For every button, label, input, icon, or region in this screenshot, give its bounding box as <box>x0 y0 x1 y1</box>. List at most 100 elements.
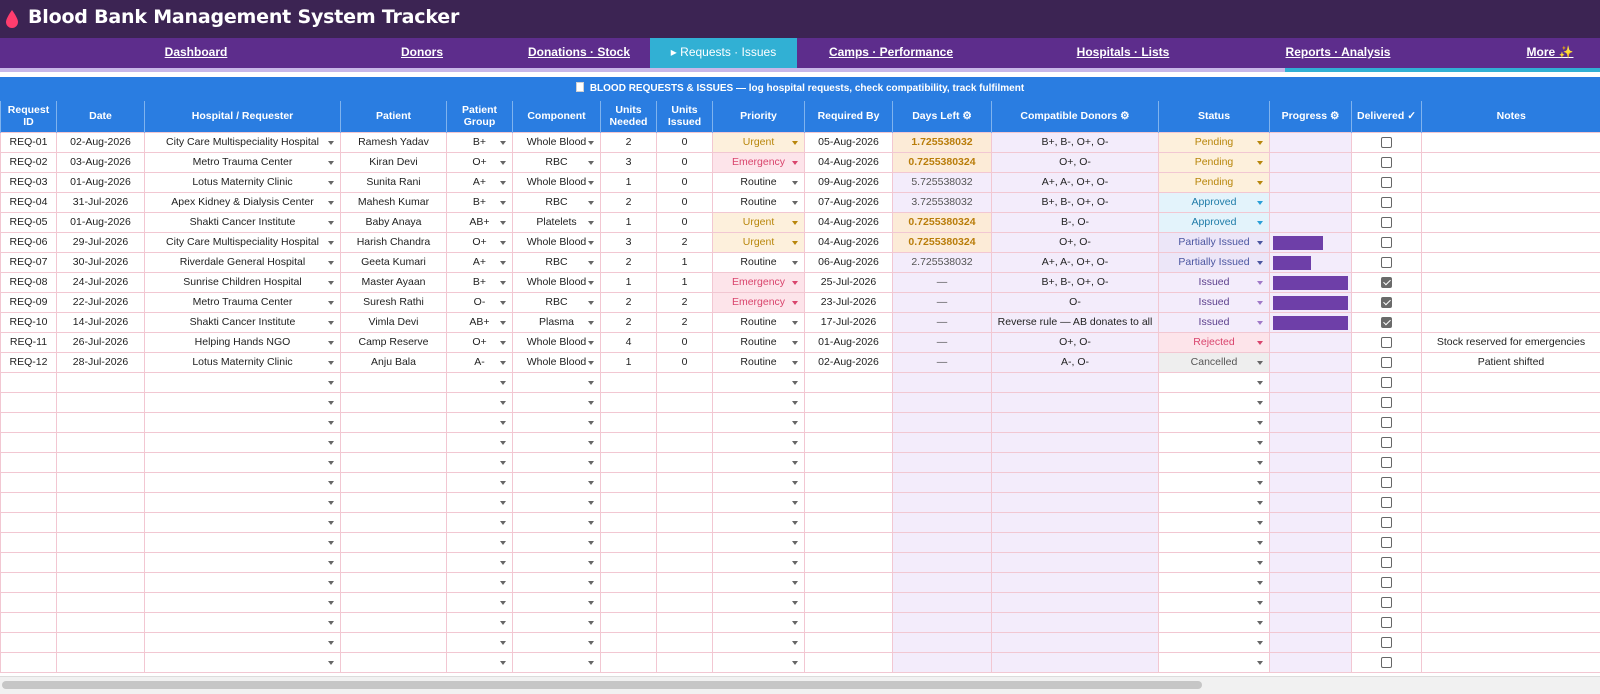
patient-group-cell[interactable]: O- <box>446 291 513 313</box>
dropdown-arrow-icon[interactable] <box>1257 500 1263 505</box>
empty-cell[interactable] <box>1158 571 1270 593</box>
empty-cell[interactable] <box>1351 551 1422 573</box>
empty-cell[interactable] <box>656 451 713 473</box>
required-by-cell[interactable]: 17-Jul-2026 <box>804 311 893 333</box>
empty-cell[interactable] <box>712 491 805 513</box>
delivered-checkbox[interactable] <box>1381 536 1392 548</box>
dropdown-arrow-icon[interactable] <box>500 540 506 545</box>
empty-cell[interactable] <box>56 371 145 393</box>
dropdown-arrow-icon[interactable] <box>1257 420 1263 425</box>
empty-cell[interactable] <box>712 591 805 613</box>
patient-cell[interactable]: Suresh Rathi <box>340 291 447 313</box>
dropdown-arrow-icon[interactable] <box>792 640 798 645</box>
empty-cell[interactable] <box>1158 631 1270 653</box>
dropdown-arrow-icon[interactable] <box>328 600 334 605</box>
empty-cell[interactable] <box>892 551 992 573</box>
empty-cell[interactable] <box>0 591 57 613</box>
request-id-cell[interactable]: REQ-11 <box>0 331 57 353</box>
request-id-cell[interactable]: REQ-01 <box>0 131 57 153</box>
dropdown-arrow-icon[interactable] <box>500 180 506 185</box>
empty-cell[interactable] <box>804 551 893 573</box>
empty-cell[interactable] <box>804 431 893 453</box>
empty-cell[interactable] <box>1421 431 1600 453</box>
patient-cell[interactable]: Geeta Kumari <box>340 251 447 273</box>
priority-cell[interactable]: Routine <box>712 331 805 353</box>
nav-tab-2[interactable]: Donations · Stock <box>512 38 646 68</box>
empty-cell[interactable] <box>1158 411 1270 433</box>
delivered-checkbox[interactable] <box>1381 196 1392 208</box>
empty-cell[interactable] <box>600 391 657 413</box>
dropdown-arrow-icon[interactable] <box>1257 180 1263 185</box>
empty-cell[interactable] <box>340 571 447 593</box>
dropdown-arrow-icon[interactable] <box>792 460 798 465</box>
required-by-cell[interactable]: 09-Aug-2026 <box>804 171 893 193</box>
dropdown-arrow-icon[interactable] <box>328 640 334 645</box>
column-header[interactable]: Patient <box>340 101 447 132</box>
required-by-cell[interactable]: 05-Aug-2026 <box>804 131 893 153</box>
status-cell[interactable]: Rejected <box>1158 331 1270 353</box>
patient-cell[interactable]: Mahesh Kumar <box>340 191 447 213</box>
priority-cell[interactable]: Urgent <box>712 231 805 253</box>
dropdown-arrow-icon[interactable] <box>500 160 506 165</box>
delivered-checkbox[interactable] <box>1381 456 1392 468</box>
empty-cell[interactable] <box>0 531 57 553</box>
empty-cell[interactable] <box>600 551 657 573</box>
empty-cell[interactable] <box>144 571 341 593</box>
empty-cell[interactable] <box>1351 571 1422 593</box>
units-needed-cell[interactable]: 2 <box>600 191 657 213</box>
empty-cell[interactable] <box>1269 491 1352 513</box>
empty-cell[interactable] <box>0 451 57 473</box>
empty-cell[interactable] <box>1421 491 1600 513</box>
component-cell[interactable]: RBC <box>512 191 601 213</box>
empty-cell[interactable] <box>1351 611 1422 633</box>
empty-cell[interactable] <box>656 391 713 413</box>
empty-cell[interactable] <box>144 651 341 673</box>
required-by-cell[interactable]: 04-Aug-2026 <box>804 231 893 253</box>
column-header[interactable]: Progress ⚙ <box>1269 101 1352 132</box>
delivered-checkbox[interactable] <box>1381 496 1392 508</box>
empty-cell[interactable] <box>712 651 805 673</box>
status-cell[interactable]: Approved <box>1158 191 1270 213</box>
empty-cell[interactable] <box>1158 451 1270 473</box>
empty-cell[interactable] <box>340 451 447 473</box>
request-id-cell[interactable]: REQ-08 <box>0 271 57 293</box>
empty-cell[interactable] <box>600 611 657 633</box>
dropdown-arrow-icon[interactable] <box>1257 280 1263 285</box>
patient-group-cell[interactable]: O+ <box>446 231 513 253</box>
dropdown-arrow-icon[interactable] <box>1257 240 1263 245</box>
empty-cell[interactable] <box>1421 471 1600 493</box>
delivered-checkbox[interactable] <box>1381 376 1392 388</box>
notes-cell[interactable] <box>1421 271 1600 293</box>
empty-cell[interactable] <box>0 651 57 673</box>
date-cell[interactable]: 01-Aug-2026 <box>56 171 145 193</box>
dropdown-arrow-icon[interactable] <box>792 300 798 305</box>
required-by-cell[interactable]: 23-Jul-2026 <box>804 291 893 313</box>
dropdown-arrow-icon[interactable] <box>328 220 334 225</box>
dropdown-arrow-icon[interactable] <box>500 200 506 205</box>
hospital-cell[interactable]: Riverdale General Hospital <box>144 251 341 273</box>
empty-cell[interactable] <box>804 511 893 533</box>
notes-cell[interactable] <box>1421 171 1600 193</box>
empty-cell[interactable] <box>991 431 1159 453</box>
empty-cell[interactable] <box>656 531 713 553</box>
dropdown-arrow-icon[interactable] <box>1257 140 1263 145</box>
dropdown-arrow-icon[interactable] <box>792 440 798 445</box>
empty-cell[interactable] <box>712 411 805 433</box>
empty-cell[interactable] <box>0 471 57 493</box>
dropdown-arrow-icon[interactable] <box>500 360 506 365</box>
empty-cell[interactable] <box>144 531 341 553</box>
empty-cell[interactable] <box>712 451 805 473</box>
component-cell[interactable]: Whole Blood <box>512 131 601 153</box>
empty-cell[interactable] <box>1421 591 1600 613</box>
dropdown-arrow-icon[interactable] <box>500 560 506 565</box>
empty-cell[interactable] <box>712 531 805 553</box>
notes-cell[interactable] <box>1421 291 1600 313</box>
dropdown-arrow-icon[interactable] <box>328 180 334 185</box>
scrollbar-thumb[interactable] <box>2 681 1202 689</box>
empty-cell[interactable] <box>656 491 713 513</box>
hospital-cell[interactable]: Shakti Cancer Institute <box>144 211 341 233</box>
request-id-cell[interactable]: REQ-02 <box>0 151 57 173</box>
dropdown-arrow-icon[interactable] <box>500 400 506 405</box>
horizontal-scrollbar[interactable] <box>0 676 1600 694</box>
units-needed-cell[interactable]: 2 <box>600 291 657 313</box>
